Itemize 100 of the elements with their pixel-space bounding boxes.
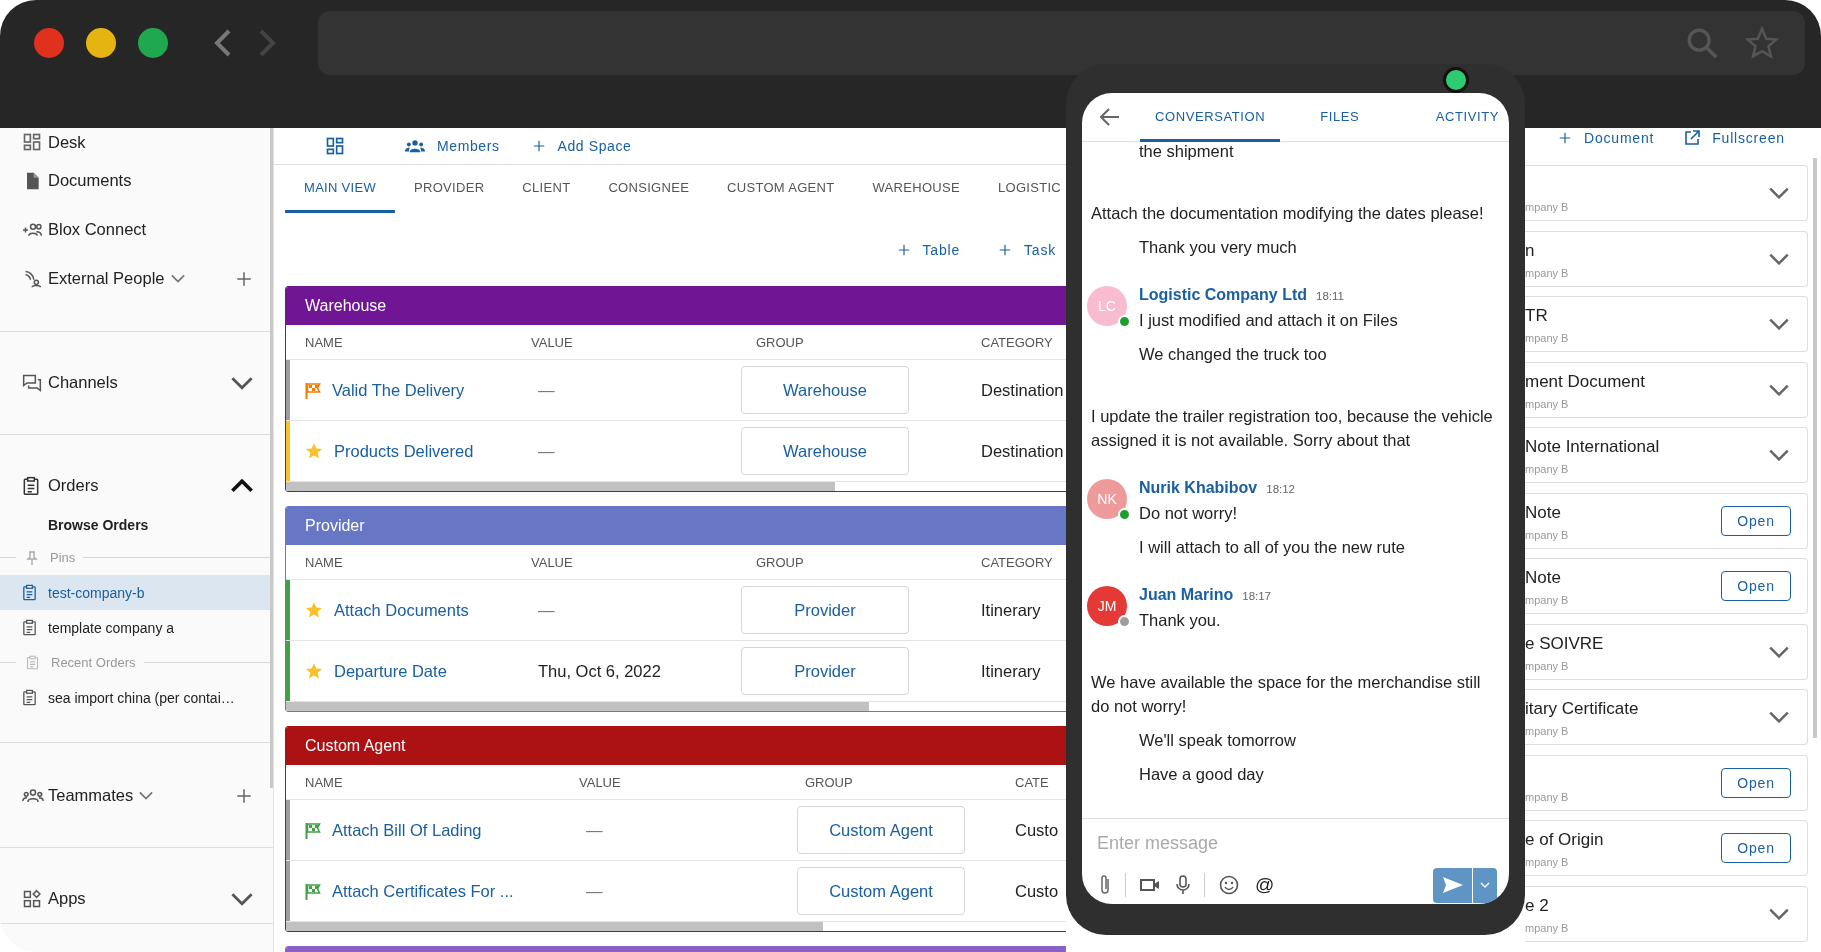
author-name[interactable]: Nurik Khabibov	[1139, 476, 1258, 500]
sidebar-item[interactable]: Desk	[0, 128, 253, 156]
sidebar-item[interactable]: Channels	[0, 358, 253, 407]
document-card[interactable]: ment Document mpany B	[1525, 361, 1808, 418]
group-chip[interactable]: Warehouse	[741, 366, 909, 414]
document-card[interactable]: e SOIVRE mpany B	[1525, 623, 1808, 680]
order-item[interactable]: template company a	[0, 610, 273, 645]
mention-button[interactable]: @	[1247, 874, 1283, 896]
column-header: GROUP	[805, 774, 853, 790]
table-cell: Thu, Oct 6, 2022	[538, 661, 661, 681]
task-link[interactable]: Attach Bill Of Lading	[332, 820, 482, 840]
sidebar-item[interactable]: Apps	[0, 874, 253, 923]
document-title: Note	[1525, 502, 1561, 522]
document-card[interactable]: Note International mpany B	[1525, 427, 1808, 483]
microphone-icon	[1176, 875, 1190, 895]
group-chip[interactable]: Custom Agent	[797, 806, 965, 854]
tab[interactable]: PROVIDER	[395, 165, 504, 213]
sidebar-link[interactable]: Browse Orders	[0, 510, 273, 540]
star-icon	[305, 601, 323, 619]
sidebar-item[interactable]: Orders	[0, 461, 253, 510]
document-card[interactable]: Note mpany B Open	[1525, 558, 1808, 614]
document-card[interactable]: mpany B Open	[1525, 754, 1808, 811]
close-window-button[interactable]	[34, 28, 64, 58]
plus-icon	[896, 242, 911, 257]
task-link[interactable]: Departure Date	[334, 661, 447, 681]
scrollbar[interactable]	[270, 128, 273, 788]
author-name[interactable]: Juan Marino	[1139, 583, 1234, 607]
members-button[interactable]: Members	[405, 138, 500, 154]
open-button[interactable]: Open	[1721, 767, 1791, 798]
order-item[interactable]: test-company-b	[0, 575, 273, 610]
task-link[interactable]: Attach Documents	[334, 600, 469, 620]
message-time: 18:12	[1266, 482, 1295, 497]
add-document-button[interactable]: Document	[1558, 130, 1655, 146]
column-header: GROUP	[756, 334, 804, 350]
document-card[interactable]: e of Origin mpany B Open	[1525, 820, 1808, 876]
scrollbar-thumb[interactable]	[286, 922, 823, 931]
people-icon	[405, 138, 425, 154]
fullscreen-button[interactable]: Fullscreen	[1684, 130, 1785, 146]
add-space-button[interactable]: Add Space	[531, 138, 632, 154]
message-text: We have available the space for the merchandise still do not worry!	[1091, 672, 1482, 717]
document-owner: mpany B	[1525, 921, 1569, 934]
add-button[interactable]	[235, 786, 253, 805]
add-table-button[interactable]: Table	[896, 241, 960, 258]
tab[interactable]: ACTIVITY	[1415, 93, 1509, 142]
tab[interactable]: CUSTOM AGENT	[708, 165, 854, 213]
task-link[interactable]: Products Delivered	[334, 441, 474, 461]
group-chip[interactable]: Provider	[741, 647, 909, 695]
task-link[interactable]: Attach Certificates For ...	[332, 881, 514, 901]
document-card[interactable]: itary Certificate mpany B	[1525, 689, 1808, 745]
document-owner: mpany B	[1525, 856, 1569, 868]
column-header: VALUE	[579, 774, 621, 790]
grid-icon	[325, 136, 345, 156]
author-name[interactable]: Logistic Company Ltd	[1139, 283, 1307, 307]
document-card[interactable]: Note mpany B Open	[1525, 492, 1808, 549]
group-chip[interactable]: Provider	[741, 586, 909, 634]
document-card[interactable]: TR mpany B	[1525, 296, 1808, 352]
tab[interactable]: CLIENT	[503, 165, 590, 213]
back-arrow-icon	[1100, 108, 1120, 126]
table-title: Provider	[305, 517, 365, 535]
document-card[interactable]: e 2 mpany B	[1525, 885, 1808, 942]
document-title: e 2	[1525, 895, 1549, 915]
video-camera-icon	[1140, 878, 1160, 892]
table-cell: Custo	[1015, 820, 1059, 840]
tab[interactable]: WAREHOUSE	[853, 165, 979, 213]
document-owner: mpany B	[1525, 528, 1569, 541]
sidebar-item[interactable]: External People	[0, 254, 235, 303]
scrollbar[interactable]	[1813, 158, 1817, 738]
message-time: 18:11	[1316, 289, 1344, 304]
chevron-down-icon	[1769, 449, 1789, 461]
add-button[interactable]	[235, 269, 253, 288]
tab[interactable]: CONSIGNEE	[589, 165, 709, 213]
tab[interactable]: MAIN VIEW	[285, 165, 396, 213]
maximize-window-button[interactable]	[138, 28, 168, 58]
sidebar-item[interactable]: Teammates	[0, 771, 235, 820]
scrollbar-thumb[interactable]	[286, 702, 869, 711]
message-text: I update the trailer registration too, because the vehicle assigned it is not available. Sorry about that	[1091, 406, 1494, 451]
sidebar-item[interactable]: Documents	[0, 156, 253, 205]
avatar: JM	[1087, 586, 1127, 626]
open-button[interactable]: Open	[1721, 571, 1791, 601]
open-button[interactable]: Open	[1721, 833, 1791, 863]
table-cell: Destination	[981, 380, 1064, 400]
tab[interactable]: CONVERSATION	[1140, 93, 1281, 142]
task-link[interactable]: Valid The Delivery	[332, 380, 465, 400]
scrollbar-thumb[interactable]	[286, 482, 835, 491]
document-title: Note	[1525, 568, 1561, 587]
document-card[interactable]: n mpany B	[1525, 230, 1808, 287]
message-text: Thank you very much	[1139, 238, 1297, 256]
add-task-button[interactable]: Task	[998, 241, 1056, 258]
column-header: VALUE	[531, 334, 573, 350]
group-chip[interactable]: Warehouse	[741, 427, 909, 475]
tab[interactable]: LOGISTIC	[978, 165, 1066, 213]
column-header: CATE	[1015, 774, 1049, 790]
column-header: NAME	[305, 334, 343, 350]
order-item[interactable]: sea import china (per contai…	[0, 680, 273, 715]
plus-icon	[235, 269, 253, 288]
sidebar-item[interactable]: Blox Connect	[0, 205, 253, 254]
group-chip[interactable]: Custom Agent	[797, 867, 965, 915]
open-button[interactable]: Open	[1721, 505, 1791, 536]
tab[interactable]: FILES	[1300, 93, 1380, 142]
minimize-window-button[interactable]	[86, 28, 116, 58]
